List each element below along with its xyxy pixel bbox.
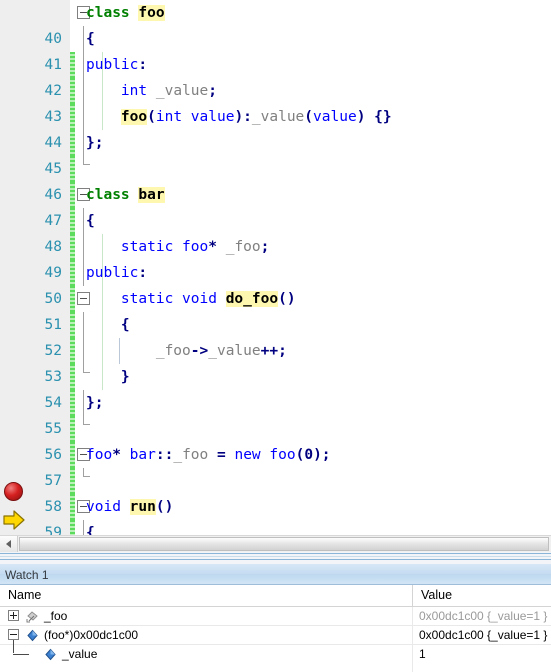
watch-empty-row[interactable]: [0, 661, 551, 672]
table-row[interactable]: (foo*)0x00dc1c00 0x00dc1c00 {_value=1 }: [0, 626, 551, 653]
editor-horizontal-scrollbar[interactable]: [0, 535, 551, 553]
outline-guide: [83, 156, 84, 164]
table-row[interactable]: _foo 0x00dc1c00 {_value=1 }: [0, 607, 551, 626]
visual-studio-debugger-window: 40 class foo 41 { 42 public: 43 int _val…: [0, 0, 551, 672]
outline-guide: [83, 130, 84, 156]
column-header-value[interactable]: Value: [412, 585, 551, 606]
outline-guide: [83, 208, 84, 234]
watch-row-value-cell[interactable]: 0x00dc1c00 {_value=1 }: [412, 626, 551, 644]
code-text: {: [86, 31, 95, 47]
code-text: class foo: [86, 5, 165, 21]
scrollbar-thumb[interactable]: [19, 537, 549, 551]
code-text: _foo->_value++;: [155, 343, 287, 359]
pointer-field-icon: [26, 610, 39, 623]
code-line[interactable]: 55 };: [0, 390, 551, 468]
code-line[interactable]: 59 void run(): [0, 494, 551, 535]
code-line[interactable]: 53 _foo->_value++;: [0, 338, 551, 416]
code-line[interactable]: 58: [0, 468, 551, 535]
outline-guide: [83, 338, 84, 364]
code-text: {: [86, 525, 95, 535]
code-line[interactable]: 48 {: [0, 208, 551, 286]
code-text: public:: [86, 265, 148, 281]
watch-expression: (foo*)0x00dc1c00: [44, 628, 139, 642]
watch-row-name-cell[interactable]: (foo*)0x00dc1c00: [0, 626, 412, 653]
code-line[interactable]: 57 foo* bar::_foo = new foo(0);: [0, 442, 551, 520]
outline-end-marker: [83, 164, 90, 165]
code-line[interactable]: 54 }: [0, 364, 551, 442]
outline-guide: [83, 468, 84, 476]
watch-title: Watch 1: [5, 568, 49, 582]
watch-row-name-cell[interactable]: _foo: [0, 607, 412, 625]
code-text: class bar: [86, 187, 165, 203]
code-text: static foo* _foo;: [120, 239, 270, 255]
code-line[interactable]: 43 int _value;: [0, 78, 551, 156]
collapse-minus-icon[interactable]: [8, 629, 19, 640]
outline-guide: [83, 312, 84, 338]
pane-splitter[interactable]: [0, 552, 551, 564]
code-line[interactable]: 51 static void do_foo(): [0, 286, 551, 364]
code-text: void run(): [86, 499, 174, 515]
code-line[interactable]: 49 static foo* _foo;: [0, 234, 551, 312]
code-line[interactable]: 40 class foo: [0, 0, 551, 78]
code-text: {: [120, 317, 130, 333]
code-line[interactable]: 50 public:: [0, 260, 551, 338]
outline-guide: [83, 104, 84, 130]
outline-end-marker: [83, 424, 90, 425]
tree-connector: [13, 654, 29, 655]
triangle-left-icon[interactable]: [0, 536, 18, 552]
outline-end-marker: [83, 476, 90, 477]
code-line[interactable]: 41 {: [0, 26, 551, 104]
code-line[interactable]: 47 class bar: [0, 182, 551, 260]
expand-plus-icon[interactable]: [8, 610, 19, 621]
watch-row-value-cell[interactable]: 0x00dc1c00 {_value=1 }: [412, 607, 551, 625]
breakpoint-icon[interactable]: [4, 482, 23, 501]
outline-guide: [83, 364, 84, 372]
field-icon: [44, 648, 57, 661]
watch-column-headers: Name Value: [0, 585, 551, 607]
outline-guide: [83, 78, 84, 104]
code-text: int _value;: [120, 83, 217, 99]
watch-expression: _foo: [44, 609, 68, 623]
code-text: };: [86, 135, 104, 151]
outline-guide: [83, 234, 84, 260]
code-line[interactable]: 60 {: [0, 520, 551, 535]
code-line[interactable]: 44 foo(int value):_value(value) {}: [0, 104, 551, 182]
code-text: public:: [86, 57, 148, 73]
watch-window: Watch 1 Name Value _foo 0x00dc1c00 {_val…: [0, 564, 551, 672]
outline-guide: [83, 390, 84, 416]
code-line[interactable]: 46: [0, 156, 551, 234]
code-text: };: [86, 395, 104, 411]
current-statement-arrow-icon: [3, 510, 25, 530]
outline-guide: [83, 520, 84, 535]
outline-guide: [83, 26, 84, 52]
column-header-name[interactable]: Name: [0, 585, 420, 606]
code-editor[interactable]: 40 class foo 41 { 42 public: 43 int _val…: [0, 0, 551, 535]
code-line[interactable]: 56: [0, 416, 551, 494]
code-text: }: [120, 369, 130, 385]
watch-titlebar[interactable]: Watch 1: [0, 564, 551, 585]
code-text: foo(int value):_value(value) {}: [120, 109, 392, 125]
code-text: static void do_foo(): [120, 291, 296, 307]
code-line[interactable]: 45 };: [0, 130, 551, 208]
watch-rows: _foo 0x00dc1c00 {_value=1 } (foo*)0x00dc…: [0, 607, 551, 672]
code-text: {: [86, 213, 95, 229]
code-text: foo* bar::_foo = new foo(0);: [86, 447, 331, 463]
outline-guide: [83, 416, 84, 424]
field-icon: [26, 629, 39, 642]
code-line[interactable]: 42 public:: [0, 52, 551, 130]
outline-guide: [83, 52, 84, 78]
code-line[interactable]: 52 {: [0, 312, 551, 390]
outline-guide: [83, 260, 84, 286]
